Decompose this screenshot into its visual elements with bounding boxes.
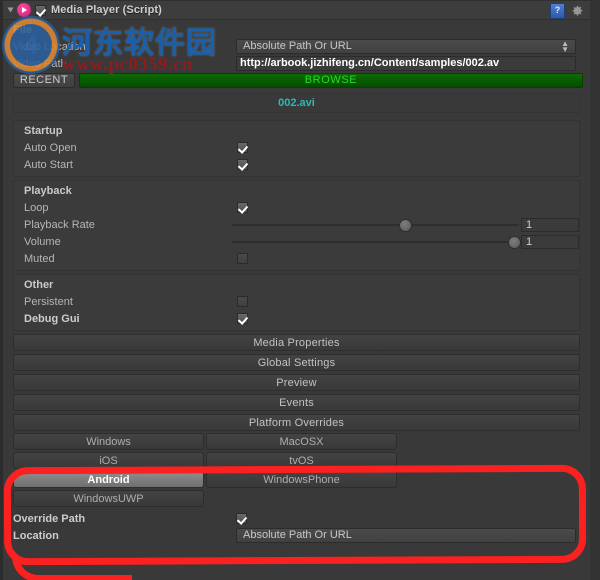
auto-start-row: Auto Start	[14, 156, 579, 173]
file-section-title: File	[13, 24, 32, 36]
volume-track	[232, 241, 519, 243]
playback-rate-slider[interactable]	[232, 218, 519, 232]
other-title: Other	[24, 279, 54, 291]
debug-gui-row: Debug Gui	[14, 310, 579, 327]
persistent-label: Persistent	[24, 295, 73, 308]
video-location-dropdown[interactable]: Absolute Path Or URL ▲ ▼	[236, 39, 576, 54]
muted-label: Muted	[24, 252, 55, 265]
browse-row: RECENT BROWSE	[3, 72, 590, 89]
persistent-checkbox[interactable]	[237, 296, 248, 307]
loop-row: Loop	[14, 199, 579, 216]
volume-slider[interactable]	[232, 235, 521, 249]
playback-rate-input[interactable]: 1	[521, 217, 579, 232]
platform-button-windows[interactable]: Windows	[13, 433, 204, 450]
playback-title: Playback	[24, 185, 72, 197]
preview-button[interactable]: Preview	[13, 374, 580, 391]
auto-open-label: Auto Open	[24, 141, 77, 154]
browse-button[interactable]: BROWSE	[79, 73, 583, 88]
chevron-updown-icon: ▲ ▼	[561, 39, 569, 54]
debug-gui-checkbox[interactable]	[237, 313, 248, 324]
video-location-row: Video Location Absolute Path Or URL ▲ ▼	[3, 38, 590, 55]
component-title: Media Player (Script)	[51, 4, 162, 16]
override-location-dropdown[interactable]: Absolute Path Or URL	[236, 528, 576, 543]
recent-button[interactable]: RECENT	[13, 73, 75, 88]
auto-open-checkbox[interactable]	[237, 142, 248, 153]
auto-start-checkbox[interactable]	[237, 159, 248, 170]
media-player-script-icon	[17, 3, 31, 17]
volume-label: Volume	[24, 235, 61, 248]
debug-gui-label: Debug Gui	[24, 312, 80, 325]
platform-button-ios[interactable]: iOS	[13, 452, 204, 469]
override-section: Override Path Location Absolute Path Or …	[3, 510, 590, 544]
override-location-row: Location Absolute Path Or URL	[3, 527, 590, 544]
component-header[interactable]: Media Player (Script)	[3, 1, 590, 20]
header-icon-group	[550, 3, 584, 19]
video-location-label: Video Location	[13, 40, 86, 53]
video-path-label: Video Path	[13, 57, 67, 70]
foldout-arrow-icon[interactable]	[7, 7, 14, 13]
video-location-value: Absolute Path Or URL	[243, 40, 352, 52]
override-path-label: Override Path	[13, 512, 86, 525]
volume-input[interactable]: 1	[521, 234, 579, 249]
persistent-row: Persistent	[14, 293, 579, 310]
muted-checkbox[interactable]	[237, 253, 248, 264]
inspector-panel: Media Player (Script) File Video Locatio…	[0, 0, 600, 580]
playback-rate-label: Playback Rate	[24, 218, 95, 231]
platform-button-grid: Windows MacOSX iOS tvOS Android WindowsP…	[13, 433, 580, 509]
auto-start-label: Auto Start	[24, 158, 73, 171]
playback-rate-row: Playback Rate 1	[14, 216, 579, 233]
auto-open-row: Auto Open	[14, 139, 579, 156]
override-path-checkbox[interactable]	[236, 513, 247, 524]
global-settings-button[interactable]: Global Settings	[13, 354, 580, 371]
platform-button-windowsphone[interactable]: WindowsPhone	[206, 471, 397, 488]
other-group: Other Persistent Debug Gui	[13, 274, 580, 331]
playback-rate-track	[232, 224, 519, 226]
video-path-row: Video Path http://arbook.jizhifeng.cn/Co…	[3, 55, 590, 72]
unity-inspector-screenshot: Media Player (Script) File Video Locatio…	[0, 0, 600, 580]
override-path-row: Override Path	[3, 510, 590, 527]
file-section: File Video Location Absolute Path Or URL…	[3, 20, 590, 117]
volume-handle[interactable]	[507, 236, 521, 249]
gear-icon[interactable]	[571, 5, 584, 18]
platform-button-android[interactable]: Android	[13, 471, 204, 488]
video-path-input[interactable]: http://arbook.jizhifeng.cn/Content/sampl…	[236, 56, 576, 71]
filename-display: 002.avi	[13, 93, 580, 113]
loop-label: Loop	[24, 201, 49, 214]
volume-row: Volume 1	[14, 233, 579, 250]
override-location-label: Location	[13, 529, 59, 542]
events-button[interactable]: Events	[13, 394, 580, 411]
media-properties-button[interactable]: Media Properties	[13, 334, 580, 351]
platform-button-tvos[interactable]: tvOS	[206, 452, 397, 469]
platform-overrides-header[interactable]: Platform Overrides	[13, 414, 580, 431]
playback-rate-handle[interactable]	[398, 219, 412, 232]
startup-group: Startup Auto Open Auto Start	[13, 120, 580, 177]
filename-text: 002.avi	[278, 97, 315, 109]
platform-button-macosx[interactable]: MacOSX	[206, 433, 397, 450]
muted-row: Muted	[14, 250, 579, 267]
playback-group: Playback Loop Playback Rate 1 Volume 1 M…	[13, 180, 580, 271]
startup-title: Startup	[24, 125, 63, 137]
platform-button-windowsuwp[interactable]: WindowsUWP	[13, 490, 204, 507]
help-book-icon[interactable]	[550, 3, 565, 19]
platform-overrides-section: Platform Overrides Windows MacOSX iOS tv…	[13, 414, 580, 509]
component-enabled-checkbox[interactable]	[35, 4, 46, 16]
loop-checkbox[interactable]	[237, 202, 248, 213]
